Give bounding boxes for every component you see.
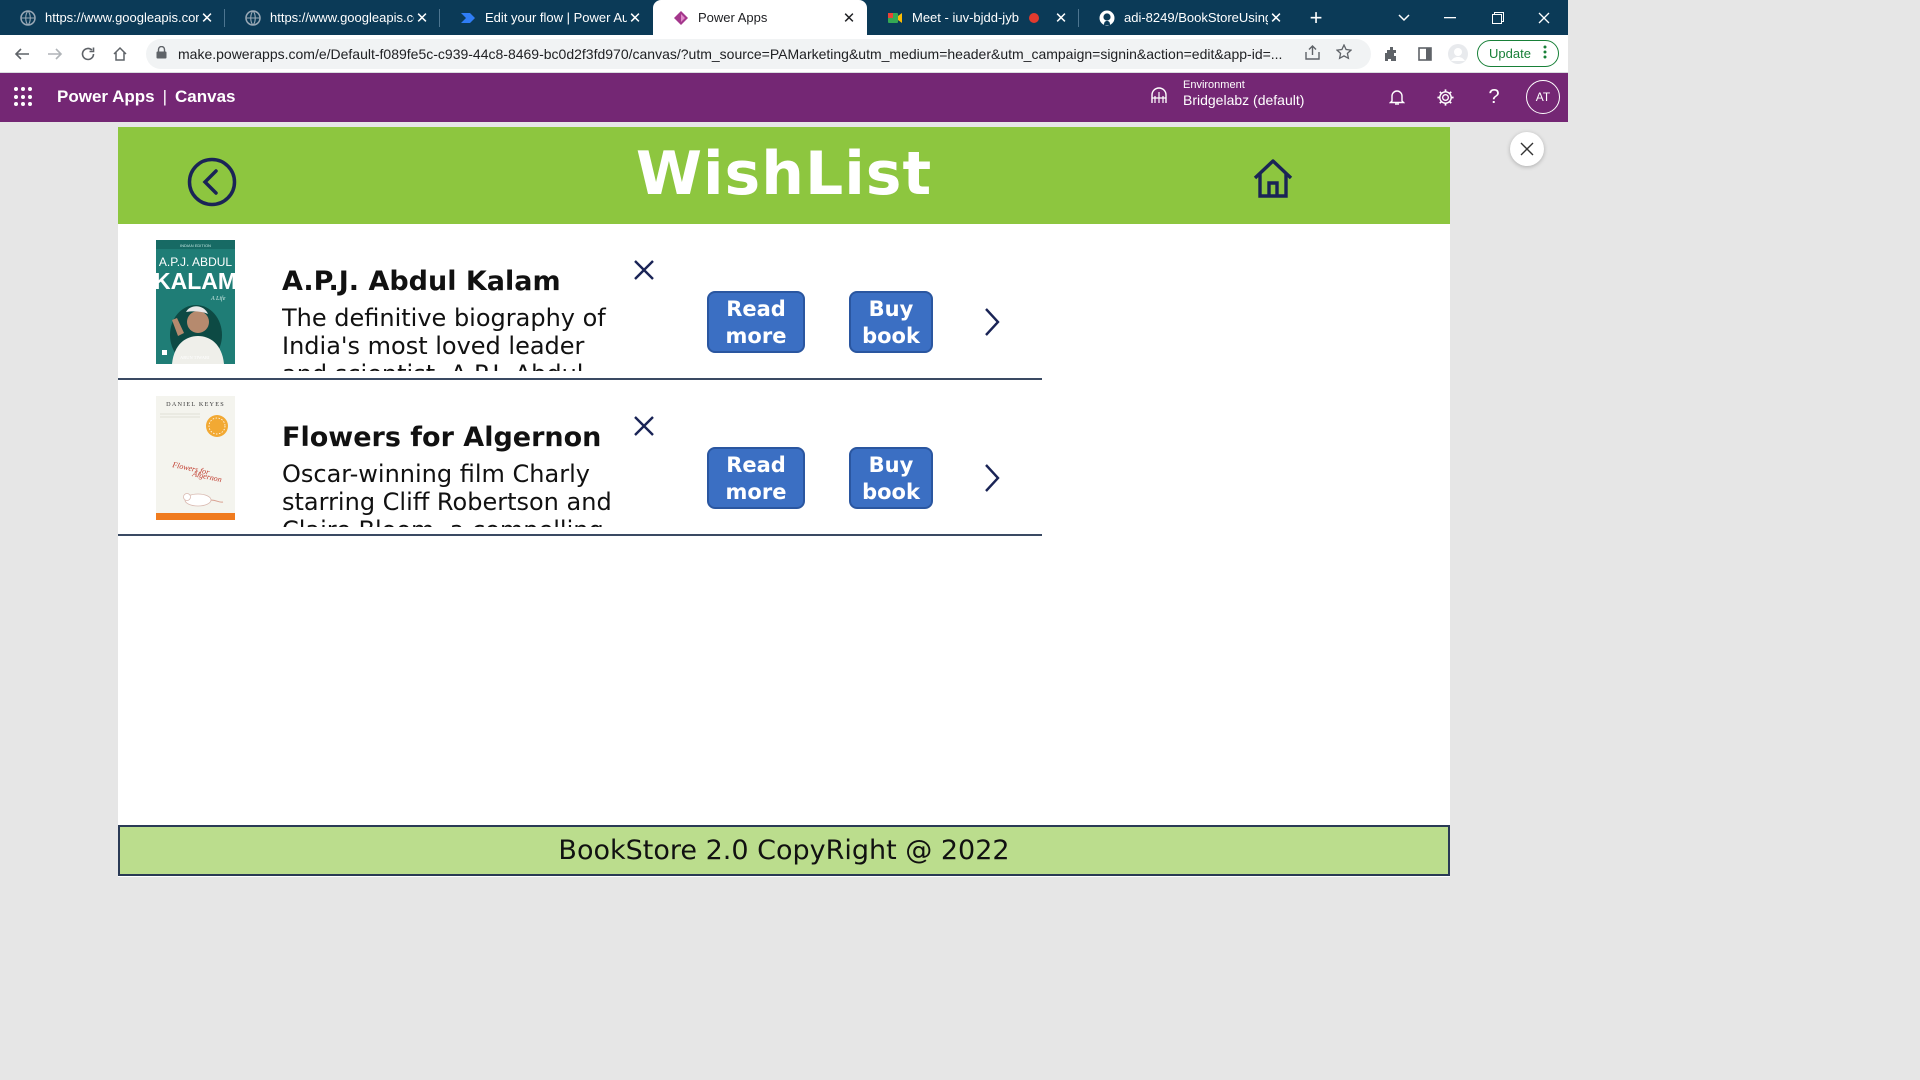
browser-tab-strip: https://www.googleapis.com ✕ https://www… (0, 0, 1568, 35)
footer-copyright: BookStore 2.0 CopyRight @ 2022 (118, 825, 1450, 876)
restore-window-icon[interactable] (1482, 0, 1514, 35)
close-tab-icon[interactable]: ✕ (627, 9, 643, 27)
buy-book-button[interactable]: Buy book (849, 447, 933, 509)
github-icon (1099, 10, 1115, 26)
browser-toolbar: make.powerapps.com/e/Default-f089fe5c-c9… (0, 35, 1568, 73)
environment-picker[interactable]: Environment Bridgelabz (default) (1183, 79, 1304, 108)
environment-label: Environment (1183, 79, 1245, 91)
update-label: Update (1489, 46, 1531, 61)
section-name: Canvas (175, 87, 236, 106)
chevron-right-icon[interactable] (982, 461, 1002, 495)
wishlist-gallery: INDIAN EDITION A.P.J. ABDUL KALAM A Life… (118, 224, 1042, 536)
book-description: The definitive biography of India's most… (282, 304, 606, 371)
close-window-icon[interactable] (1528, 0, 1560, 35)
button-label-line: Read (726, 453, 786, 477)
button-label-line: Read (726, 297, 786, 321)
button-label-line: book (862, 324, 920, 348)
browser-tab-active[interactable]: Power Apps ✕ (653, 0, 867, 35)
home-page-icon[interactable] (107, 41, 133, 67)
app-name[interactable]: Power Apps (57, 87, 155, 106)
tab-title: Edit your flow | Power Automate (485, 10, 627, 25)
globe-icon (20, 9, 36, 26)
close-tab-icon[interactable]: ✕ (414, 9, 430, 27)
close-preview-icon[interactable] (1510, 132, 1544, 166)
book-title: A.P.J. Abdul Kalam (282, 266, 561, 297)
close-tab-icon[interactable]: ✕ (199, 9, 215, 27)
url-text[interactable]: make.powerapps.com/e/Default-f089fe5c-c9… (178, 46, 1296, 62)
cover-author: ARUN TIWARI (180, 355, 210, 360)
cover-author: DANIEL KEYES (166, 401, 225, 408)
buy-book-button[interactable]: Buy book (849, 291, 933, 353)
settings-gear-icon[interactable] (1433, 85, 1457, 109)
close-tab-icon[interactable]: ✕ (841, 9, 857, 27)
header-title: Power Apps | Canvas (57, 87, 236, 107)
environment-icon[interactable] (1150, 87, 1168, 110)
share-icon[interactable] (1296, 44, 1328, 64)
tab-search-icon[interactable] (1390, 0, 1418, 35)
chevron-right-icon[interactable] (982, 305, 1002, 339)
tab-title: https://www.googleapis.com (45, 10, 199, 25)
more-menu-icon (1543, 45, 1547, 62)
button-label-line: Buy (868, 453, 914, 477)
browser-tab[interactable]: https://www.googleapis.com ✕ (225, 0, 440, 35)
tab-title: Meet - iuv-bjdd-jyb (912, 10, 1019, 25)
tab-title: https://www.googleapis.com (270, 10, 414, 25)
wishlist-item[interactable]: INDIAN EDITION A.P.J. ABDUL KALAM A Life… (118, 224, 1042, 380)
browser-tab[interactable]: https://www.googleapis.com ✕ (0, 0, 225, 35)
bookmark-star-icon[interactable] (1328, 43, 1360, 64)
read-more-button[interactable]: Read more (707, 291, 805, 353)
title-separator: | (162, 87, 168, 106)
remove-from-wishlist-icon[interactable] (631, 257, 657, 283)
power-apps-icon (673, 10, 689, 26)
app-canvas: WishList INDIAN EDITION A.P.J. ABDUL KAL… (118, 127, 1450, 877)
button-label-line: more (725, 480, 787, 504)
cover-subtitle: A Life (210, 295, 226, 302)
minimize-window-icon[interactable] (1434, 0, 1466, 35)
cover-title-line2: KALAM (156, 268, 235, 294)
browser-tab[interactable]: Meet - iuv-bjdd-jyb ✕ (867, 0, 1079, 35)
home-icon[interactable] (1252, 157, 1296, 199)
book-title: Flowers for Algernon (282, 422, 602, 453)
power-apps-header: Power Apps | Canvas Environment Bridgelabz… (0, 73, 1568, 122)
back-arrow-icon[interactable] (9, 41, 35, 67)
profile-avatar-icon[interactable] (1445, 41, 1471, 67)
screen-header: WishList (118, 127, 1450, 224)
read-more-button[interactable]: Read more (707, 447, 805, 509)
book-description: Oscar-winning film Charly starring Cliff… (282, 460, 612, 527)
button-label-line: Buy (868, 297, 914, 321)
button-label-line: book (862, 480, 920, 504)
side-panel-icon[interactable] (1412, 41, 1438, 67)
forward-arrow-icon[interactable] (42, 41, 68, 67)
browser-tab[interactable]: adi-8249/BookStoreUsingCanvas ✕ (1079, 0, 1294, 35)
power-automate-icon (460, 10, 476, 26)
browser-tab[interactable]: Edit your flow | Power Automate ✕ (440, 0, 653, 35)
cover-title-line1: A.P.J. ABDUL (159, 255, 232, 269)
google-meet-icon (887, 10, 903, 26)
extensions-icon[interactable] (1379, 41, 1405, 67)
globe-icon (245, 9, 261, 26)
remove-from-wishlist-icon[interactable] (631, 413, 657, 439)
recording-icon (1029, 12, 1039, 23)
close-tab-icon[interactable]: ✕ (1053, 9, 1069, 27)
lock-icon[interactable] (156, 45, 174, 62)
cover-edition-text: INDIAN EDITION (180, 243, 211, 248)
page-title: WishList (635, 139, 933, 209)
close-tab-icon[interactable]: ✕ (1268, 9, 1284, 27)
reload-icon[interactable] (75, 41, 101, 67)
new-tab-button[interactable]: + (1302, 0, 1330, 35)
book-cover-image[interactable]: INDIAN EDITION A.P.J. ABDUL KALAM A Life… (156, 240, 235, 364)
user-avatar[interactable]: AT (1526, 80, 1560, 114)
wishlist-item[interactable]: DANIEL KEYES Flowers for Algernon Flower… (118, 380, 1042, 536)
environment-value: Bridgelabz (default) (1183, 92, 1305, 108)
help-question-icon[interactable]: ? (1482, 85, 1506, 109)
book-cover-image[interactable]: DANIEL KEYES Flowers for Algernon (156, 396, 235, 520)
browser-update-button[interactable]: Update (1477, 40, 1559, 67)
tab-title: adi-8249/BookStoreUsingCanvas (1124, 10, 1268, 25)
tab-title: Power Apps (698, 10, 768, 25)
button-label-line: more (725, 324, 787, 348)
notifications-bell-icon[interactable] (1385, 85, 1409, 109)
app-launcher-icon[interactable] (14, 87, 34, 107)
address-bar[interactable]: make.powerapps.com/e/Default-f089fe5c-c9… (146, 39, 1371, 69)
